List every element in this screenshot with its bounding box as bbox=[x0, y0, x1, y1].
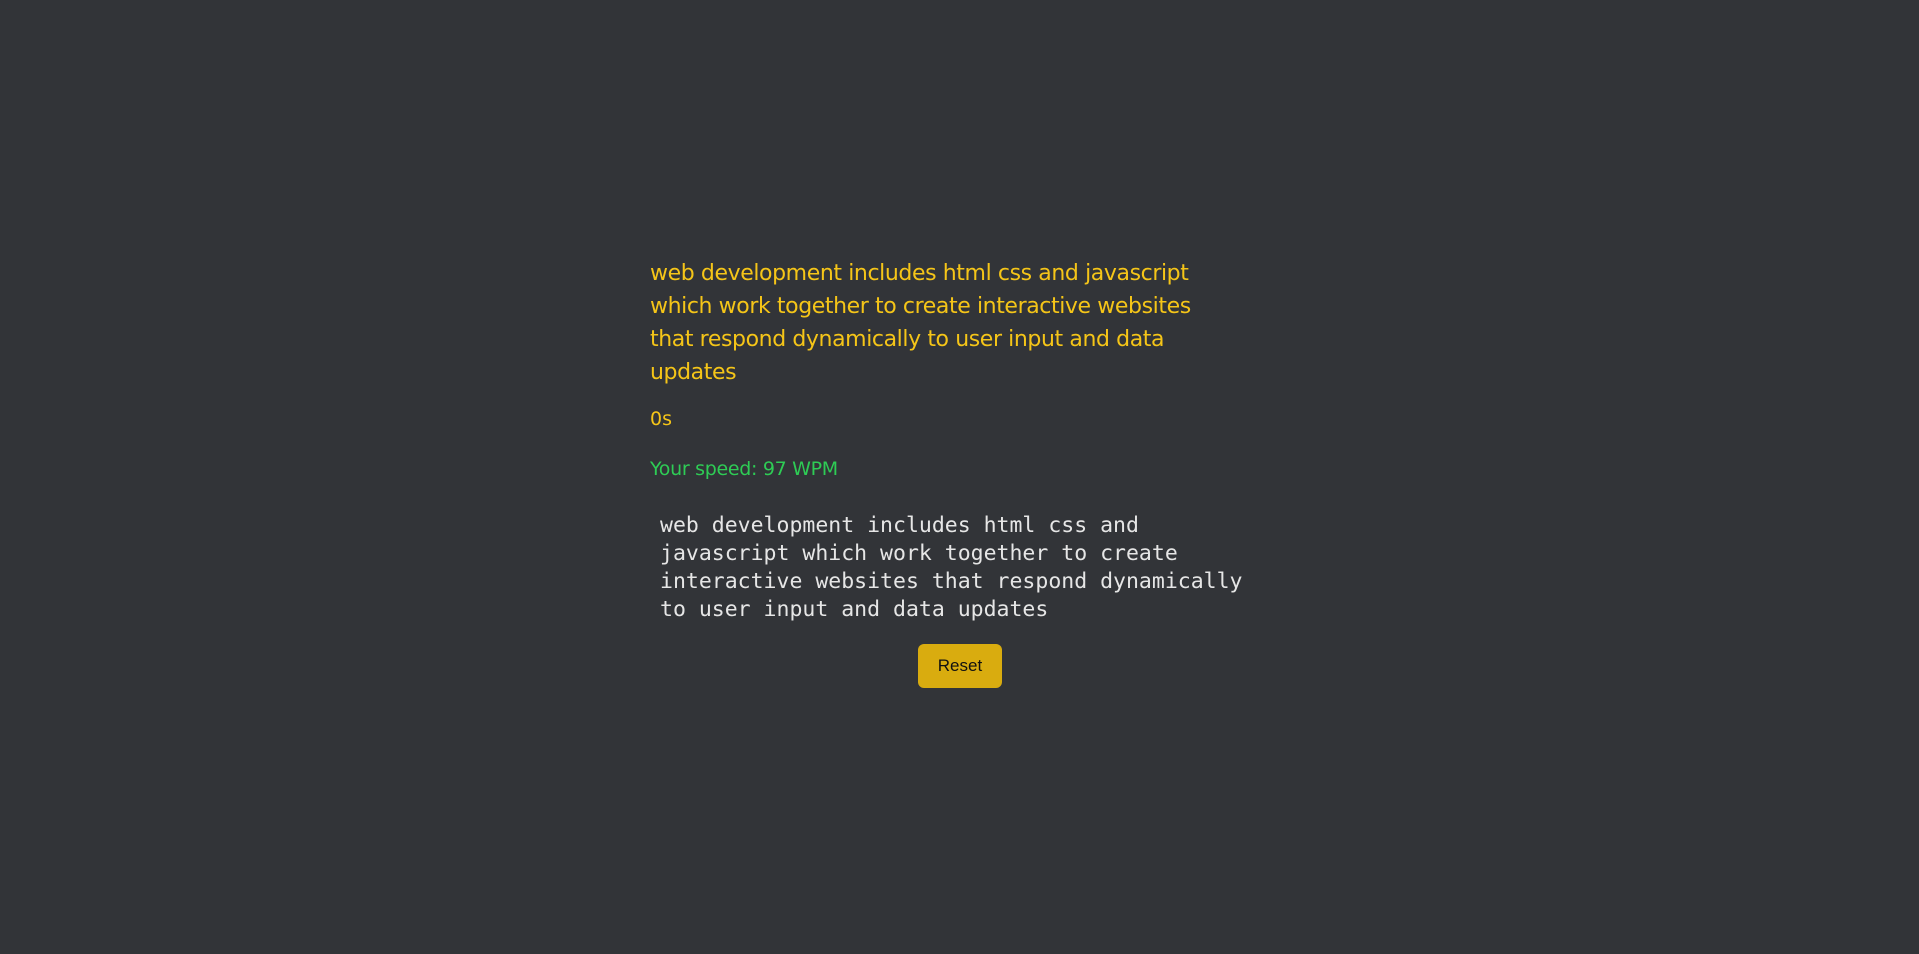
speed-result: Your speed: 97 WPM bbox=[650, 458, 838, 480]
reset-container: Reset bbox=[650, 644, 1270, 688]
timer: 0s bbox=[650, 408, 672, 430]
typing-test-app: web development includes html css and ja… bbox=[650, 257, 1270, 688]
reset-button[interactable]: Reset bbox=[918, 644, 1002, 688]
typing-input[interactable] bbox=[650, 506, 1260, 624]
prompt-text: web development includes html css and ja… bbox=[650, 261, 1191, 385]
